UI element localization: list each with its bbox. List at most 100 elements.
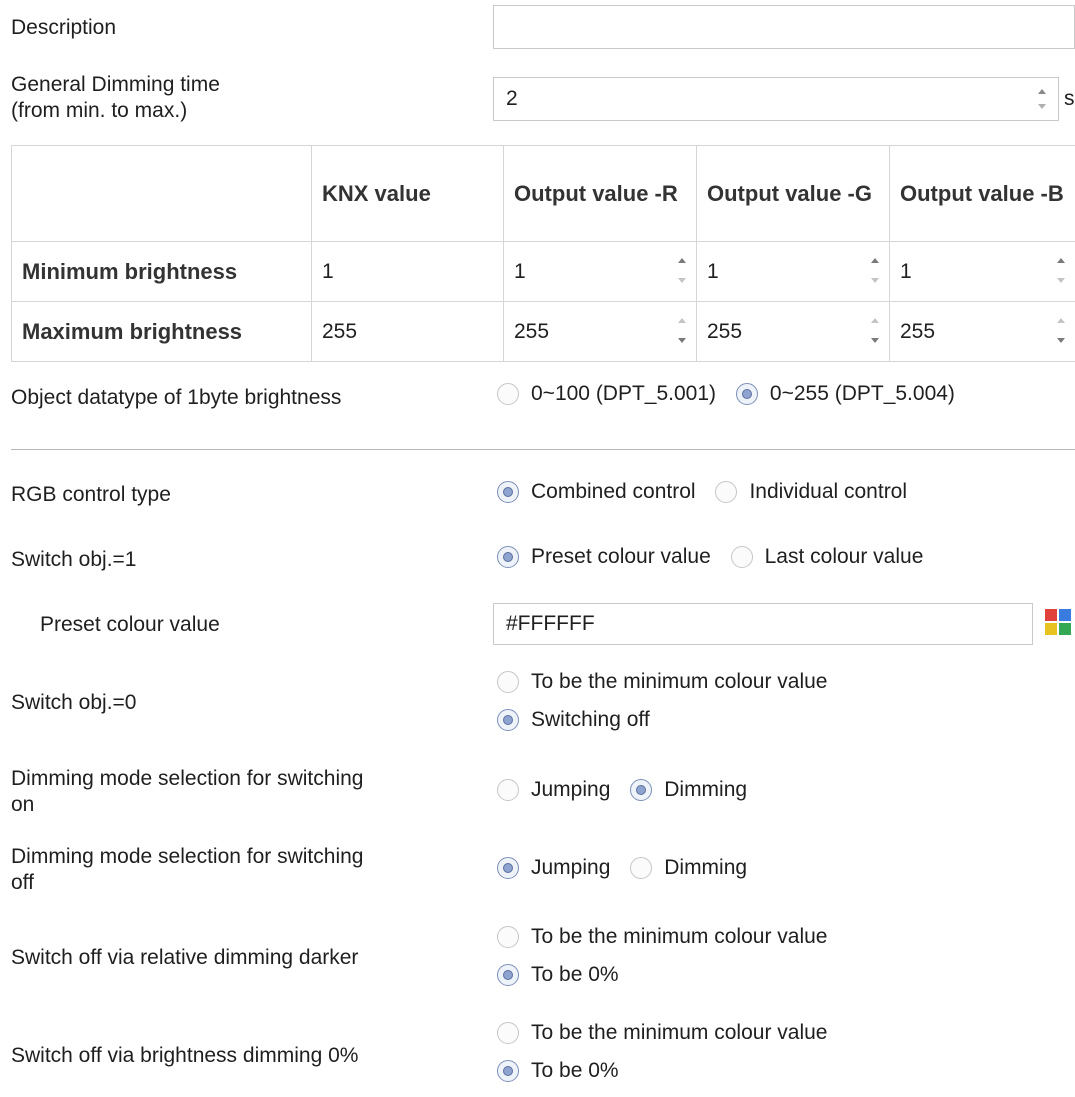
cell-value[interactable]: 255 [900, 320, 935, 343]
spinner-icon[interactable] [1055, 314, 1067, 348]
dim-on-radio-group: Jumping Dimming [497, 778, 761, 807]
option-label[interactable]: Combined control [531, 480, 696, 504]
radio-button[interactable] [497, 964, 519, 986]
dim-on-label-line1: Dimming mode selection for switching [11, 766, 363, 792]
rgb-control-option[interactable]: Combined control [497, 480, 696, 504]
bright-dim-label: Switch off via brightness dimming 0% [11, 1043, 358, 1069]
switch-on-option[interactable]: Last colour value [731, 545, 924, 569]
radio-button[interactable] [497, 383, 519, 405]
cell-value[interactable]: 1 [514, 260, 526, 283]
switch-off-option[interactable]: Switching off [497, 708, 650, 732]
radio-button[interactable] [630, 857, 652, 879]
switch-off-radio-group: To be the minimum colour value Switching… [497, 670, 841, 746]
spinner-icon[interactable] [869, 314, 881, 348]
output-b-cell[interactable]: 255 [890, 302, 1075, 362]
option-label[interactable]: To be the minimum colour value [531, 1021, 827, 1045]
datatype-radio-group: 0~100 (DPT_5.001) 0~255 (DPT_5.004) [497, 382, 969, 411]
option-label[interactable]: 0~255 (DPT_5.004) [770, 382, 955, 406]
datatype-option[interactable]: 0~100 (DPT_5.001) [497, 382, 716, 406]
option-label[interactable]: Jumping [531, 856, 610, 880]
cell-value[interactable]: 1 [707, 260, 719, 283]
spinner-icon[interactable] [676, 314, 688, 348]
switch-on-option[interactable]: Preset colour value [497, 545, 711, 569]
rel-dim-label: Switch off via relative dimming darker [11, 945, 358, 971]
switch-on-label: Switch obj.=1 [11, 547, 137, 573]
radio-button[interactable] [497, 546, 519, 568]
rel-dim-radio-group: To be the minimum colour value To be 0% [497, 925, 841, 1001]
option-label[interactable]: Switching off [531, 708, 650, 732]
bright-dim-option[interactable]: To be 0% [497, 1059, 619, 1083]
knx-value-cell: 1 [312, 242, 504, 302]
cell-value[interactable]: 1 [900, 260, 912, 283]
palette-swatch [1045, 623, 1057, 635]
datatype-option[interactable]: 0~255 (DPT_5.004) [736, 382, 955, 406]
palette-swatch [1045, 609, 1057, 621]
rel-dim-option[interactable]: To be 0% [497, 963, 619, 987]
option-label[interactable]: Jumping [531, 778, 610, 802]
radio-button[interactable] [497, 926, 519, 948]
option-label[interactable]: Last colour value [765, 545, 924, 569]
switch-on-radio-group: Preset colour value Last colour value [497, 545, 937, 574]
rgb-control-radio-group: Combined control Individual control [497, 480, 921, 509]
dim-on-label-line2: on [11, 792, 34, 818]
rgb-control-option[interactable]: Individual control [715, 480, 907, 504]
cell-value[interactable]: 255 [514, 320, 549, 343]
option-label[interactable]: To be the minimum colour value [531, 925, 827, 949]
radio-button[interactable] [715, 481, 737, 503]
switch-off-label: Switch obj.=0 [11, 690, 137, 716]
table-header-cell: Output value -G [697, 146, 890, 242]
radio-button[interactable] [630, 779, 652, 801]
option-label[interactable]: To be the minimum colour value [531, 670, 827, 694]
description-label: Description [11, 15, 116, 41]
datatype-label: Object datatype of 1byte brightness [11, 385, 341, 411]
radio-button[interactable] [497, 857, 519, 879]
table-header-cell [12, 146, 312, 242]
radio-button[interactable] [497, 1022, 519, 1044]
dimming-time-label-line1: General Dimming time [11, 72, 220, 98]
spinner-icon[interactable] [869, 254, 881, 288]
option-label[interactable]: Preset colour value [531, 545, 711, 569]
dim-off-option[interactable]: Jumping [497, 856, 610, 880]
option-label[interactable]: 0~100 (DPT_5.001) [531, 382, 716, 406]
colour-palette-icon[interactable] [1045, 609, 1073, 637]
dimming-time-unit: s [1064, 86, 1075, 112]
dimming-time-input[interactable]: 2 [493, 77, 1059, 121]
dim-on-option[interactable]: Jumping [497, 778, 610, 802]
option-label[interactable]: To be 0% [531, 963, 619, 987]
table-header-cell: KNX value [312, 146, 504, 242]
bright-dim-option[interactable]: To be the minimum colour value [497, 1021, 827, 1045]
radio-button[interactable] [497, 779, 519, 801]
spinner-icon[interactable] [1036, 84, 1048, 114]
switch-off-option[interactable]: To be the minimum colour value [497, 670, 827, 694]
radio-button[interactable] [497, 1060, 519, 1082]
radio-button[interactable] [497, 481, 519, 503]
option-label[interactable]: To be 0% [531, 1059, 619, 1083]
output-r-cell[interactable]: 1 [504, 242, 697, 302]
output-b-cell[interactable]: 1 [890, 242, 1075, 302]
option-label[interactable]: Individual control [749, 480, 907, 504]
brightness-table: KNX value Output value -R Output value -… [11, 145, 1075, 362]
output-g-cell[interactable]: 1 [697, 242, 890, 302]
output-r-cell[interactable]: 255 [504, 302, 697, 362]
radio-button[interactable] [497, 709, 519, 731]
option-label[interactable]: Dimming [664, 778, 747, 802]
dim-on-option[interactable]: Dimming [630, 778, 747, 802]
knx-value-cell: 255 [312, 302, 504, 362]
rel-dim-option[interactable]: To be the minimum colour value [497, 925, 827, 949]
output-g-cell[interactable]: 255 [697, 302, 890, 362]
dimming-time-value: 2 [506, 87, 518, 110]
description-input[interactable] [493, 5, 1075, 49]
section-divider [11, 449, 1075, 450]
cell-value[interactable]: 255 [707, 320, 742, 343]
radio-button[interactable] [497, 671, 519, 693]
preset-colour-input[interactable]: #FFFFFF [493, 603, 1033, 645]
option-label[interactable]: Dimming [664, 856, 747, 880]
radio-button[interactable] [736, 383, 758, 405]
dim-off-option[interactable]: Dimming [630, 856, 747, 880]
radio-button[interactable] [731, 546, 753, 568]
spinner-icon[interactable] [1055, 254, 1067, 288]
spinner-icon[interactable] [676, 254, 688, 288]
table-row: Minimum brightness 1 1 1 1 [12, 242, 1075, 302]
palette-swatch [1059, 623, 1071, 635]
dim-off-label-line1: Dimming mode selection for switching [11, 844, 363, 870]
